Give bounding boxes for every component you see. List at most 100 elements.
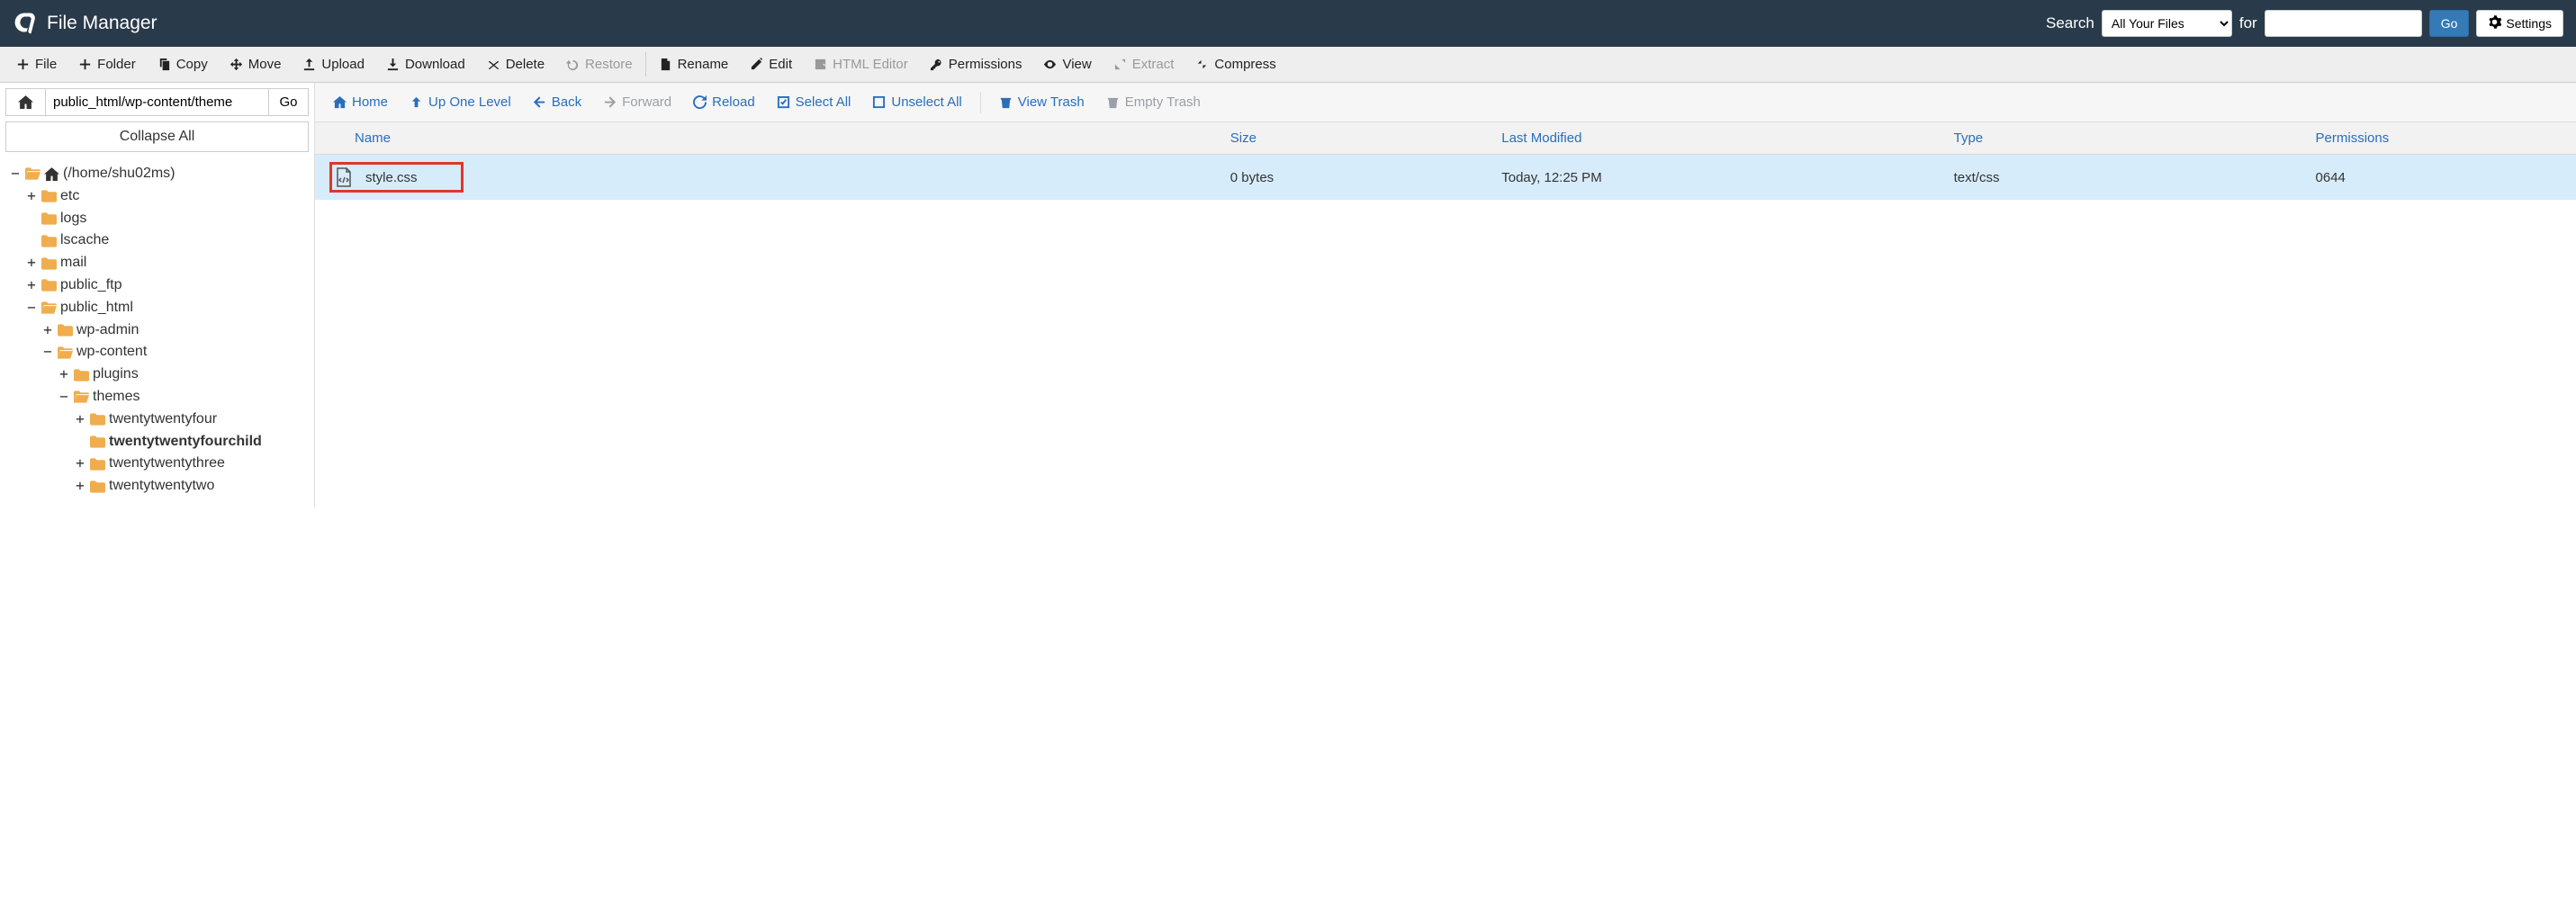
- view-trash-button[interactable]: View Trash: [990, 89, 1094, 115]
- collapse-icon[interactable]: −: [41, 341, 54, 364]
- expand-icon[interactable]: +: [25, 185, 38, 208]
- main-toolbar: File Folder Copy Move Upload Download De…: [0, 47, 2576, 83]
- tree-item-tt2[interactable]: +twentytwentytwo: [74, 475, 305, 498]
- file-name: style.css: [365, 170, 418, 185]
- forward-button: Forward: [594, 89, 680, 115]
- home-icon: [44, 167, 59, 181]
- expand-icon[interactable]: +: [74, 409, 86, 431]
- tree-item-logs[interactable]: logs: [25, 208, 305, 230]
- upload-button[interactable]: Upload: [292, 47, 375, 82]
- tree-item-etc[interactable]: +etc: [25, 185, 305, 208]
- forward-arrow-icon: [603, 95, 617, 109]
- tree-item-public-ftp[interactable]: +public_ftp: [25, 274, 305, 297]
- close-icon: [487, 58, 500, 71]
- path-input[interactable]: [46, 89, 268, 115]
- tree-item-plugins[interactable]: +plugins: [58, 364, 305, 386]
- delete-button[interactable]: Delete: [476, 47, 555, 82]
- move-button[interactable]: Move: [219, 47, 293, 82]
- expand-icon[interactable]: +: [74, 453, 86, 475]
- folder-icon: [41, 279, 57, 292]
- right-panel: Home Up One Level Back Forward Reload Se…: [315, 83, 2576, 507]
- restore-button: Restore: [555, 47, 644, 82]
- tree-item-tt3[interactable]: +twentytwentythree: [74, 453, 305, 475]
- tree-item-tt4[interactable]: +twentytwentyfour: [74, 409, 305, 431]
- back-button[interactable]: Back: [524, 89, 590, 115]
- tree-item-wp-admin[interactable]: +wp-admin: [41, 319, 305, 342]
- col-size[interactable]: Size: [1220, 122, 1491, 155]
- highlight-box: style.css: [329, 162, 464, 193]
- unselect-all-button[interactable]: Unselect All: [863, 89, 970, 115]
- collapse-icon[interactable]: −: [25, 297, 38, 319]
- permissions-button[interactable]: Permissions: [919, 47, 1033, 82]
- file-size: 0 bytes: [1220, 155, 1491, 201]
- path-home-button[interactable]: [6, 89, 46, 115]
- tree-item-wp-content[interactable]: −wp-content: [41, 341, 305, 364]
- expand-icon[interactable]: +: [74, 475, 86, 498]
- folder-open-icon: [74, 391, 89, 403]
- html-editor-icon: [814, 58, 827, 71]
- app-title: File Manager: [47, 13, 158, 34]
- collapse-icon[interactable]: −: [58, 386, 70, 409]
- col-permissions[interactable]: Permissions: [2305, 122, 2576, 155]
- up-one-level-button[interactable]: Up One Level: [401, 89, 520, 115]
- logo-wrap: File Manager: [13, 10, 158, 38]
- view-button[interactable]: View: [1032, 47, 1102, 82]
- header-bar: File Manager Search All Your Files for G…: [0, 0, 2576, 47]
- folder-icon: [90, 480, 105, 493]
- search-scope-select[interactable]: All Your Files: [2102, 10, 2232, 37]
- upload-icon: [302, 58, 316, 71]
- folder-icon: [90, 413, 105, 426]
- tree-item-themes[interactable]: −themes: [58, 386, 305, 409]
- tree-item-mail[interactable]: +mail: [25, 252, 305, 274]
- collapse-icon[interactable]: −: [9, 163, 22, 185]
- html-editor-button: HTML Editor: [803, 47, 919, 82]
- search-group: Search All Your Files for Go Settings: [2046, 10, 2563, 37]
- eye-icon: [1043, 58, 1057, 71]
- path-go-button[interactable]: Go: [268, 89, 308, 115]
- expand-icon[interactable]: +: [25, 274, 38, 297]
- settings-button[interactable]: Settings: [2476, 10, 2563, 37]
- expand-icon[interactable]: +: [58, 364, 70, 386]
- collapse-all-button[interactable]: Collapse All: [5, 121, 309, 152]
- search-go-button[interactable]: Go: [2429, 10, 2470, 37]
- tree-root[interactable]: − (/home/shu02ms): [9, 163, 305, 185]
- download-button[interactable]: Download: [375, 47, 476, 82]
- download-icon: [386, 58, 400, 71]
- folder-button[interactable]: Folder: [68, 47, 147, 82]
- search-input[interactable]: [2265, 10, 2422, 37]
- col-type[interactable]: Type: [1943, 122, 2305, 155]
- check-square-icon: [777, 95, 790, 109]
- expand-icon[interactable]: +: [25, 252, 38, 274]
- tree-item-public-html[interactable]: −public_html: [25, 297, 305, 319]
- gear-icon: [2488, 15, 2501, 31]
- table-row[interactable]: style.css 0 bytes Today, 12:25 PM text/c…: [315, 155, 2576, 201]
- path-bar: Go: [5, 88, 309, 116]
- tree-item-tt4child[interactable]: twentytwentyfourchild: [74, 431, 305, 453]
- col-name[interactable]: Name: [315, 122, 1220, 155]
- folder-tree: − (/home/shu02ms) +etc logs lscache +mai…: [0, 157, 314, 507]
- code-file-icon: [335, 167, 353, 187]
- home-button[interactable]: Home: [324, 89, 397, 115]
- restore-icon: [566, 58, 580, 71]
- copy-button[interactable]: Copy: [147, 47, 219, 82]
- pencil-icon: [750, 58, 763, 71]
- edit-button[interactable]: Edit: [739, 47, 803, 82]
- rename-button[interactable]: Rename: [648, 47, 740, 82]
- reload-button[interactable]: Reload: [684, 89, 764, 115]
- folder-icon: [90, 458, 105, 471]
- secondary-toolbar: Home Up One Level Back Forward Reload Se…: [315, 83, 2576, 122]
- select-all-button[interactable]: Select All: [768, 89, 860, 115]
- plus-icon: [16, 58, 30, 71]
- extract-icon: [1113, 58, 1127, 71]
- file-type: text/css: [1943, 155, 2305, 201]
- toolbar-separator: [645, 52, 646, 76]
- home-icon: [333, 95, 347, 109]
- file-button[interactable]: File: [5, 47, 68, 82]
- folder-open-icon: [41, 301, 57, 314]
- tree-item-lscache[interactable]: lscache: [25, 229, 305, 252]
- folder-open-icon: [25, 167, 41, 180]
- expand-icon[interactable]: +: [41, 319, 54, 342]
- compress-button[interactable]: Compress: [1184, 47, 1286, 82]
- move-icon: [230, 58, 243, 71]
- col-modified[interactable]: Last Modified: [1491, 122, 1942, 155]
